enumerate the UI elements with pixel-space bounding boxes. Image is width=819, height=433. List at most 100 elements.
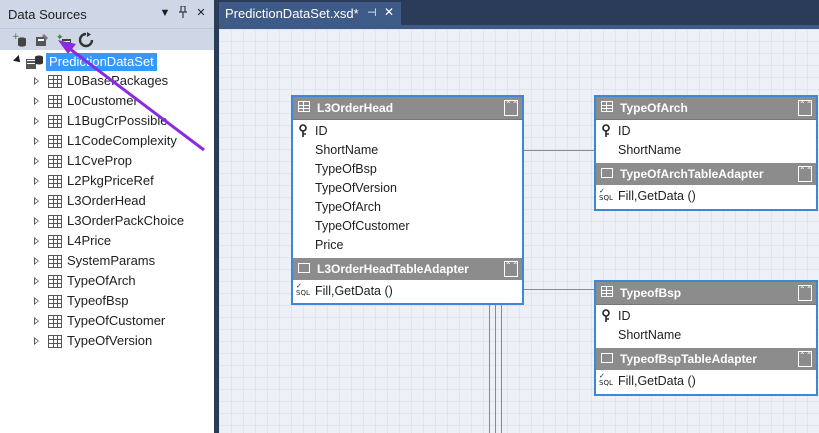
column-name: ShortName bbox=[315, 143, 379, 157]
tableadapter-icon bbox=[601, 168, 613, 178]
datatable-title: L3OrderHead bbox=[317, 101, 394, 115]
tree-item-label: TypeOfCustomer bbox=[67, 313, 166, 328]
tree-item[interactable]: TypeOfVersion bbox=[34, 331, 209, 351]
tree-item-label: L2PkgPriceRef bbox=[67, 173, 154, 188]
relation-line bbox=[501, 305, 502, 433]
expand-arrow-icon[interactable] bbox=[34, 217, 39, 225]
column-row[interactable]: Price bbox=[293, 236, 522, 255]
table-icon bbox=[48, 275, 62, 288]
table-icon bbox=[48, 215, 62, 228]
table-icon bbox=[48, 315, 62, 328]
tree-item-label: SystemParams bbox=[67, 253, 156, 268]
query-label: Fill,GetData () bbox=[618, 374, 696, 388]
sql-query-icon: ✓ SQL bbox=[599, 187, 613, 202]
datatable-l3orderhead[interactable]: L3OrderHead ⌃⌃ ID ShortName TypeOfBsp Ty… bbox=[291, 95, 524, 305]
expand-arrow-icon[interactable] bbox=[34, 257, 39, 265]
query-row[interactable]: ✓ SQL Fill,GetData () bbox=[596, 187, 816, 206]
collapse-icon[interactable]: ⌃⌃ bbox=[798, 285, 812, 301]
column-row[interactable]: ID bbox=[596, 122, 816, 141]
table-icon bbox=[48, 255, 62, 268]
query-label: Fill,GetData () bbox=[315, 284, 393, 298]
collapse-icon[interactable]: ⌃⌃ bbox=[504, 261, 518, 277]
tree-item-label: TypeOfVersion bbox=[67, 333, 153, 348]
query-row[interactable]: ✓ SQL Fill,GetData () bbox=[293, 282, 522, 301]
column-row[interactable]: ShortName bbox=[596, 326, 816, 345]
column-name: TypeOfBsp bbox=[315, 162, 377, 176]
collapse-icon[interactable]: ⌃⌃ bbox=[798, 351, 812, 367]
column-row[interactable]: TypeOfVersion bbox=[293, 179, 522, 198]
column-row[interactable]: ID bbox=[596, 307, 816, 326]
table-icon bbox=[48, 335, 62, 348]
tree-item-label: L3OrderHead bbox=[67, 193, 146, 208]
collapse-icon[interactable]: ⌃⌃ bbox=[798, 100, 812, 116]
query-label: Fill,GetData () bbox=[618, 189, 696, 203]
tree-item[interactable]: L3OrderPackChoice bbox=[34, 211, 209, 231]
datatable-header: TypeOfArch ⌃⌃ bbox=[596, 97, 816, 120]
datatable-icon bbox=[601, 101, 613, 112]
column-row[interactable]: TypeOfCustomer bbox=[293, 217, 522, 236]
tree-item[interactable]: TypeOfCustomer bbox=[34, 311, 209, 331]
datatable-icon bbox=[298, 101, 310, 112]
tree-item[interactable]: TypeOfArch bbox=[34, 271, 209, 291]
tableadapter-icon bbox=[601, 353, 613, 363]
primary-key-icon bbox=[298, 124, 308, 140]
tree-item-label: L3OrderPackChoice bbox=[67, 213, 185, 228]
tree-item[interactable]: L3OrderHead bbox=[34, 191, 209, 211]
tableadapter-title: L3OrderHeadTableAdapter bbox=[317, 262, 469, 276]
query-row[interactable]: ✓ SQL Fill,GetData () bbox=[596, 372, 816, 391]
column-row[interactable]: TypeOfBsp bbox=[293, 160, 522, 179]
expand-arrow-icon[interactable] bbox=[34, 277, 39, 285]
sql-query-icon: ✓ SQL bbox=[296, 282, 310, 297]
tree-item[interactable]: L4Price bbox=[34, 231, 209, 251]
table-icon bbox=[48, 295, 62, 308]
expand-arrow-icon[interactable] bbox=[34, 237, 39, 245]
collapse-icon[interactable]: ⌃⌃ bbox=[504, 100, 518, 116]
primary-key-icon bbox=[601, 124, 611, 140]
tableadapter-header: TypeofBspTableAdapter ⌃⌃ bbox=[596, 348, 816, 370]
column-row[interactable]: ShortName bbox=[293, 141, 522, 160]
expand-arrow-icon[interactable] bbox=[34, 297, 39, 305]
relation-line bbox=[522, 150, 594, 151]
expand-arrow-icon[interactable] bbox=[34, 337, 39, 345]
datatable-header: L3OrderHead ⌃⌃ bbox=[293, 97, 522, 120]
dataset-designer-canvas[interactable]: L3OrderHead ⌃⌃ ID ShortName TypeOfBsp Ty… bbox=[219, 29, 819, 433]
tree-item[interactable]: SystemParams bbox=[34, 251, 209, 271]
tab-close-icon[interactable]: ✕ bbox=[384, 5, 394, 19]
datatable-typeofarch[interactable]: TypeOfArch ⌃⌃ ID ShortName TypeOfArchTab… bbox=[594, 95, 818, 211]
column-name: ShortName bbox=[618, 143, 682, 157]
relation-line bbox=[495, 305, 496, 433]
column-row[interactable]: ShortName bbox=[596, 141, 816, 160]
tableadapter-icon bbox=[298, 263, 310, 273]
column-name: TypeOfArch bbox=[315, 200, 381, 214]
table-icon bbox=[48, 175, 62, 188]
datatable-title: TypeOfArch bbox=[620, 101, 688, 115]
tree-item[interactable]: TypeofBsp bbox=[34, 291, 209, 311]
column-row[interactable]: ID bbox=[293, 122, 522, 141]
table-icon bbox=[48, 235, 62, 248]
expand-arrow-icon[interactable] bbox=[34, 317, 39, 325]
expand-arrow-icon[interactable] bbox=[34, 177, 39, 185]
tree-item[interactable]: L2PkgPriceRef bbox=[34, 171, 209, 191]
tab-label: PredictionDataSet.xsd* bbox=[225, 6, 359, 21]
collapse-icon[interactable]: ⌃⌃ bbox=[798, 166, 812, 182]
relation-line bbox=[489, 305, 490, 433]
column-name: Price bbox=[315, 238, 344, 252]
datatable-typeofbsp[interactable]: TypeofBsp ⌃⌃ ID ShortName TypeofBspTable… bbox=[594, 280, 818, 396]
tableadapter-header: TypeOfArchTableAdapter ⌃⌃ bbox=[596, 163, 816, 185]
column-name: ShortName bbox=[618, 328, 682, 342]
datatable-header: TypeofBsp ⌃⌃ bbox=[596, 282, 816, 305]
annotation-arrow bbox=[58, 40, 205, 152]
tab-prediction-dataset[interactable]: PredictionDataSet.xsd* ⊣ ✕ bbox=[219, 2, 401, 25]
expand-arrow-icon[interactable] bbox=[34, 197, 39, 205]
primary-key-icon bbox=[601, 309, 611, 325]
tree-item-label: L4Price bbox=[67, 233, 112, 248]
datatable-icon bbox=[601, 286, 613, 297]
column-row[interactable]: TypeOfArch bbox=[293, 198, 522, 217]
datatable-title: TypeofBsp bbox=[620, 286, 682, 300]
tableadapter-title: TypeOfArchTableAdapter bbox=[620, 167, 764, 181]
column-name: ID bbox=[315, 124, 328, 138]
tree-item-label: TypeOfArch bbox=[67, 273, 136, 288]
column-name: ID bbox=[618, 124, 631, 138]
tab-pin-icon[interactable]: ⊣ bbox=[367, 6, 377, 19]
tableadapter-title: TypeofBspTableAdapter bbox=[620, 352, 757, 366]
